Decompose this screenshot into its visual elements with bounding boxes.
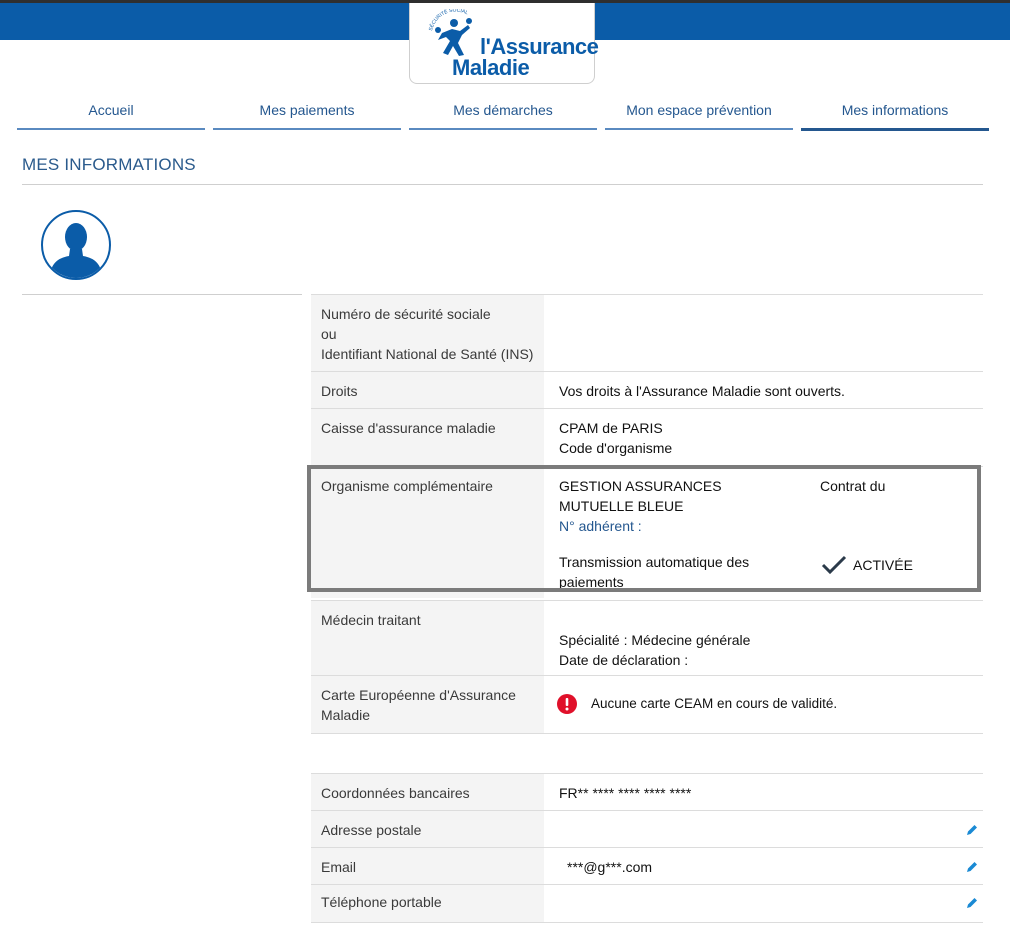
svg-text:SÉCURITÉ SOCIALE: SÉCURITÉ SOCIALE bbox=[424, 9, 469, 32]
nav-mes-demarches[interactable]: Mes démarches bbox=[409, 96, 597, 130]
label-ceam: Carte Européenne d'Assurance Maladie bbox=[321, 687, 516, 723]
page-title: MES INFORMATIONS bbox=[22, 155, 196, 174]
main-nav: Accueil Mes paiements Mes démarches Mon … bbox=[0, 96, 1010, 131]
row-telephone: Téléphone portable bbox=[311, 884, 983, 923]
value-ceam: Aucune carte CEAM en cours de validité. bbox=[591, 696, 838, 711]
row-adresse: Adresse postale bbox=[311, 810, 983, 848]
assurance-maladie-logo[interactable]: SÉCURITÉ SOCIALE l'Assurance Maladie bbox=[409, 3, 599, 84]
label-telephone: Téléphone portable bbox=[321, 894, 442, 910]
value-specialite: Spécialité : Médecine générale bbox=[559, 632, 751, 648]
logo-figures-icon: SÉCURITÉ SOCIALE bbox=[424, 9, 472, 56]
label-email: Email bbox=[321, 859, 357, 875]
nav-mes-paiements[interactable]: Mes paiements bbox=[213, 96, 401, 130]
label-caisse: Caisse d'assurance maladie bbox=[321, 420, 496, 436]
row-ceam: Carte Européenne d'Assurance Maladie Auc… bbox=[311, 675, 983, 734]
label-medecin: Médecin traitant bbox=[321, 612, 421, 628]
nav-accueil[interactable]: Accueil bbox=[17, 96, 205, 130]
value-bancaires: FR** **** **** **** **** bbox=[559, 785, 692, 801]
label-adresse: Adresse postale bbox=[321, 822, 422, 838]
label-droits: Droits bbox=[321, 383, 358, 399]
row-bancaires: Coordonnées bancaires FR** **** **** ***… bbox=[311, 773, 983, 811]
value-date-declaration: Date de déclaration : bbox=[559, 652, 689, 668]
nav-mes-informations[interactable]: Mes informations bbox=[801, 96, 989, 131]
complementaire-highlight-frame bbox=[307, 465, 981, 592]
nav-mon-espace-prevention[interactable]: Mon espace prévention bbox=[605, 96, 793, 130]
value-caisse-name: CPAM de PARIS bbox=[559, 420, 663, 436]
row-caisse: Caisse d'assurance maladie CPAM de PARIS… bbox=[311, 408, 983, 467]
row-email: Email ***@g***.com bbox=[311, 847, 983, 885]
logo-text-line2: Maladie bbox=[452, 55, 530, 80]
left-divider bbox=[22, 294, 302, 295]
value-caisse-code: Code d'organisme bbox=[559, 440, 673, 456]
edit-telephone-pencil-icon[interactable] bbox=[965, 896, 979, 910]
label-bancaires: Coordonnées bancaires bbox=[321, 785, 470, 801]
edit-adresse-pencil-icon[interactable] bbox=[965, 823, 979, 837]
row-nss: Numéro de sécurité sociale ou Identifian… bbox=[311, 294, 983, 372]
value-email: ***@g***.com bbox=[567, 859, 653, 875]
value-droits: Vos droits à l'Assurance Maladie sont ou… bbox=[559, 383, 845, 399]
exclamation-icon bbox=[557, 694, 577, 714]
row-medecin: Médecin traitant Spécialité : Médecine g… bbox=[311, 600, 983, 676]
avatar bbox=[41, 210, 111, 280]
user-silhouette-icon bbox=[49, 223, 103, 278]
label-nss: Numéro de sécurité sociale ou Identifian… bbox=[321, 306, 534, 362]
title-divider bbox=[22, 184, 983, 185]
edit-email-pencil-icon[interactable] bbox=[965, 860, 979, 874]
row-droits: Droits Vos droits à l'Assurance Maladie … bbox=[311, 371, 983, 409]
